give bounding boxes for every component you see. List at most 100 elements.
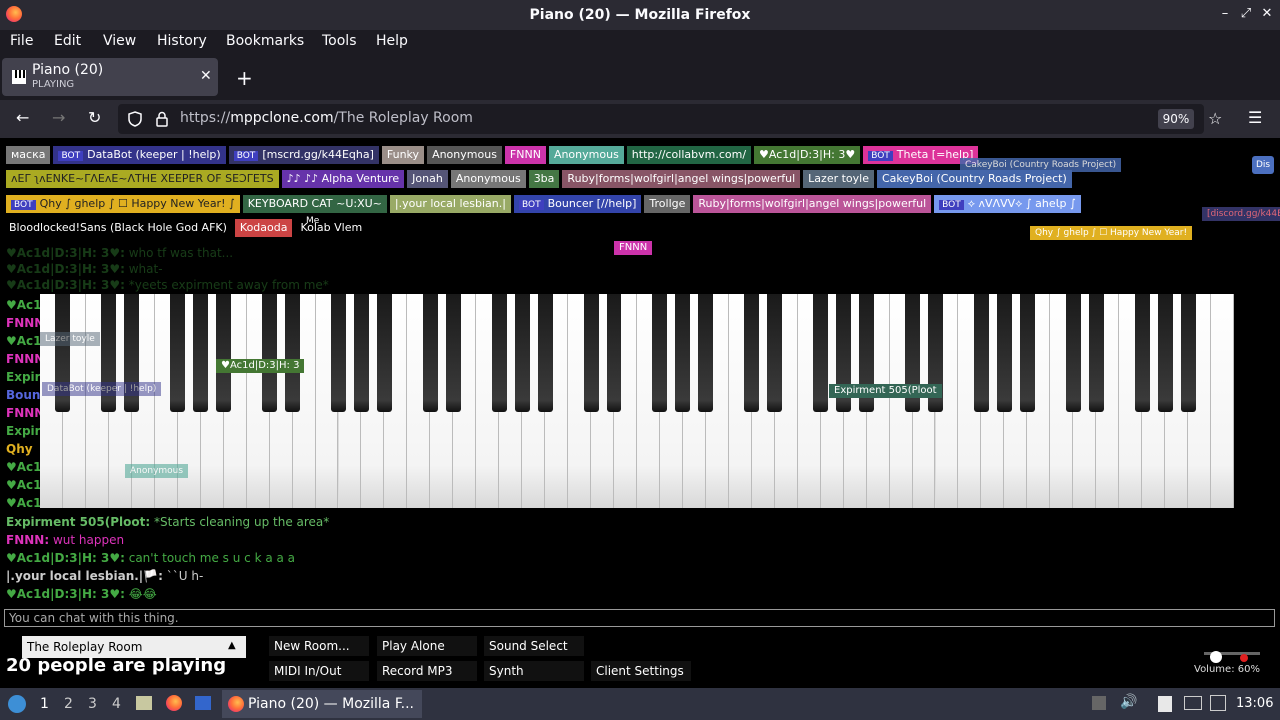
- black-key[interactable]: [537, 294, 553, 412]
- player-tag[interactable]: 3ba: [528, 170, 560, 188]
- player-tag[interactable]: KEYBOARD CAT ~U:XU~: [242, 195, 387, 213]
- player-tag[interactable]: Anonymous: [450, 170, 526, 188]
- record-mp3-button[interactable]: Record MP3: [377, 661, 477, 681]
- player-tag[interactable]: http://collabvm.com/: [626, 146, 752, 164]
- black-key[interactable]: [698, 294, 714, 412]
- play-alone-button[interactable]: Play Alone: [377, 636, 477, 656]
- player-tag[interactable]: BOT ⟡ ʌVɅVV⟡ ∫ aheƖp ∫: [934, 195, 1081, 213]
- black-key[interactable]: [422, 294, 438, 412]
- black-key[interactable]: [606, 294, 622, 412]
- player-tag[interactable]: ♥Ac1d|D:3|H: 3♥: [754, 146, 861, 164]
- player-tag[interactable]: ♪♪ ♪♪ Alpha Venture: [281, 170, 405, 188]
- black-key[interactable]: [1134, 294, 1150, 412]
- volume-slider-knob[interactable]: [1210, 651, 1222, 663]
- player-tag[interactable]: CakeyBoi (Country Roads Project): [876, 170, 1072, 188]
- menu-view[interactable]: View: [103, 33, 136, 49]
- black-key[interactable]: [996, 294, 1012, 412]
- black-key[interactable]: [445, 294, 461, 412]
- display-tray-icon[interactable]: [1184, 696, 1202, 710]
- terminal-icon[interactable]: [195, 696, 211, 710]
- player-tag[interactable]: BOT Qhy ∫ ɡhelp ∫ ☐ Happy New Year! ∫: [6, 195, 240, 213]
- firefox-launcher-icon[interactable]: [166, 695, 182, 711]
- tab-piano[interactable]: Piano (20) PLAYING ✕: [2, 58, 218, 96]
- lock-icon[interactable]: [155, 111, 169, 127]
- workspace-3[interactable]: 3: [88, 696, 97, 712]
- notification-tray-icon[interactable]: [1210, 695, 1226, 711]
- menu-bookmarks[interactable]: Bookmarks: [226, 33, 304, 49]
- black-key[interactable]: [744, 294, 760, 412]
- player-tag[interactable]: Ruby|forms|wolfgirl|angel wings|powerful: [562, 170, 801, 188]
- reload-icon[interactable]: ↻: [88, 108, 101, 127]
- menu-history[interactable]: History: [157, 33, 207, 49]
- menu-tools[interactable]: Tools: [322, 33, 357, 49]
- player-tag[interactable]: BOT Bouncer [//help]: [513, 195, 642, 213]
- player-tag[interactable]: Jonah: [407, 170, 448, 188]
- player-tag[interactable]: Trollge: [644, 195, 691, 213]
- synth-button[interactable]: Synth: [484, 661, 584, 681]
- player-tag[interactable]: Lazer toyle: [803, 170, 874, 188]
- new-room-button[interactable]: New Room...: [269, 636, 369, 656]
- close-tab-icon[interactable]: ✕: [200, 68, 212, 84]
- black-key[interactable]: [331, 294, 346, 412]
- sound-select-button[interactable]: Sound Select: [484, 636, 584, 656]
- workspace-1[interactable]: 1: [40, 696, 49, 712]
- player-tag[interactable]: Funky: [381, 146, 425, 164]
- minimize-icon[interactable]: –: [1216, 6, 1234, 21]
- white-key[interactable]: [1211, 294, 1234, 508]
- black-key[interactable]: [193, 294, 209, 412]
- bookmark-star-icon[interactable]: ☆: [1208, 109, 1222, 128]
- black-key[interactable]: [491, 294, 507, 412]
- player-tag[interactable]: |.your local lesbian.|: [389, 195, 511, 213]
- player-tag[interactable]: ʌEΓ ʅʌENKE~ΓΛΕʌE~ΛTHE ΧEEPER OF SEƆΓETS: [6, 170, 279, 188]
- menu-help[interactable]: Help: [376, 33, 408, 49]
- workspace-4[interactable]: 4: [112, 696, 121, 712]
- back-icon[interactable]: ←: [16, 108, 29, 127]
- black-key[interactable]: [1019, 294, 1035, 412]
- black-key[interactable]: [376, 294, 392, 412]
- zoom-level-button[interactable]: 90%: [1158, 109, 1194, 129]
- black-key[interactable]: [675, 294, 691, 412]
- player-tag[interactable]: FNNN: [504, 146, 546, 164]
- player-tag[interactable]: маска: [6, 146, 51, 164]
- start-menu-icon[interactable]: [8, 695, 26, 713]
- black-key[interactable]: [813, 294, 829, 412]
- black-key[interactable]: [1088, 294, 1104, 412]
- url-bar[interactable]: https://mppclone.com/The Roleplay Room 9…: [118, 104, 1222, 134]
- url-text[interactable]: https://mppclone.com/The Roleplay Room: [180, 110, 473, 126]
- black-key[interactable]: [514, 294, 530, 412]
- black-key[interactable]: [973, 294, 989, 412]
- forward-icon[interactable]: →: [52, 108, 65, 127]
- black-key[interactable]: [1065, 294, 1081, 412]
- black-key[interactable]: [216, 294, 232, 412]
- new-tab-icon[interactable]: +: [236, 66, 253, 90]
- black-key[interactable]: [1157, 294, 1173, 412]
- black-key[interactable]: [285, 294, 301, 412]
- clipboard-tray-icon[interactable]: [1158, 696, 1172, 712]
- player-tag[interactable]: BOT [mscrd.gg/k44Eqha]: [228, 146, 379, 164]
- black-key[interactable]: [1180, 294, 1196, 412]
- shield-icon[interactable]: [127, 111, 143, 127]
- black-key[interactable]: [767, 294, 783, 412]
- midi-button[interactable]: MIDI In/Out: [269, 661, 369, 681]
- player-tag[interactable]: Ruby|forms|wolfgirl|angel wings|powerful: [693, 195, 932, 213]
- black-key[interactable]: [652, 294, 668, 412]
- discord-icon[interactable]: Dis: [1252, 156, 1274, 174]
- hamburger-menu-icon[interactable]: ☰: [1248, 108, 1262, 127]
- workspace-2[interactable]: 2: [64, 696, 73, 712]
- menu-edit[interactable]: Edit: [54, 33, 81, 49]
- player-tag[interactable]: BOT DataBot (keeper | !help): [53, 146, 226, 164]
- taskbar-window-firefox[interactable]: Piano (20) — Mozilla F...: [222, 690, 422, 718]
- piano-keyboard[interactable]: [40, 294, 1234, 508]
- maximize-icon[interactable]: ⤢: [1237, 6, 1255, 21]
- file-manager-icon[interactable]: [136, 696, 152, 710]
- player-tag[interactable]: Anonymous: [548, 146, 624, 164]
- close-window-icon[interactable]: ✕: [1258, 6, 1276, 21]
- black-key[interactable]: [262, 294, 278, 412]
- menu-file[interactable]: File: [10, 33, 33, 49]
- tray-update-icon[interactable]: [1092, 696, 1106, 710]
- black-key[interactable]: [353, 294, 369, 412]
- room-dropdown-arrow-icon[interactable]: ▲: [228, 640, 236, 651]
- black-key[interactable]: [170, 294, 186, 412]
- player-tag[interactable]: Kodaoda: [234, 219, 293, 237]
- player-tag[interactable]: Bloodlocked!Sans (Black Hole God AFK): [4, 219, 232, 237]
